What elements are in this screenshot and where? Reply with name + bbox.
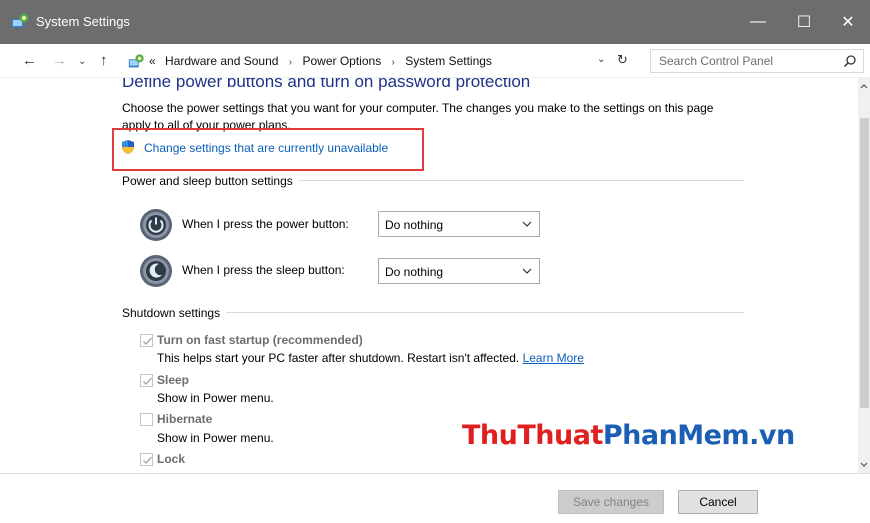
control-panel-icon xyxy=(127,53,145,71)
lock-checkbox[interactable] xyxy=(140,453,153,466)
scroll-down-icon[interactable] xyxy=(858,459,870,471)
vertical-scrollbar[interactable] xyxy=(858,78,870,473)
sleep-checkbox[interactable] xyxy=(140,374,153,387)
power-group-title: Power and sleep button settings xyxy=(122,174,299,188)
footer-bar: Save changes Cancel xyxy=(0,473,870,523)
watermark-logo: ThuThuatPhanMem.vn xyxy=(462,420,795,451)
title-bar: System Settings — ☐ ✕ xyxy=(0,0,870,44)
sleep-label: Sleep xyxy=(157,373,190,387)
watermark-part-1: ThuThuat xyxy=(462,420,603,451)
refresh-button[interactable]: ↻ xyxy=(617,52,628,68)
chevron-down-icon xyxy=(521,218,533,230)
chevron-down-icon xyxy=(521,265,533,277)
fast-startup-label: Turn on fast startup (recommended) xyxy=(157,333,363,347)
search-placeholder: Search Control Panel xyxy=(659,54,774,68)
breadcrumb-item-system-settings[interactable]: System Settings xyxy=(405,54,492,68)
fast-startup-checkbox[interactable] xyxy=(140,334,153,347)
hibernate-checkbox[interactable] xyxy=(140,413,153,426)
up-button[interactable]: ↑ xyxy=(100,52,108,69)
recent-locations-button[interactable]: ⌄ xyxy=(78,56,86,67)
address-bar-row: ← → ⌄ ↑ « Hardware and Sound › Power Opt… xyxy=(0,44,870,78)
main-content: Define power buttons and turn on passwor… xyxy=(0,78,858,473)
power-button-value: Do nothing xyxy=(385,218,444,232)
scroll-up-icon[interactable] xyxy=(858,80,870,92)
cancel-button[interactable]: Cancel xyxy=(678,490,758,514)
sleep-description: Show in Power menu. xyxy=(157,391,274,405)
shutdown-group-title: Shutdown settings xyxy=(122,306,227,320)
hibernate-description: Show in Power menu. xyxy=(157,431,274,445)
hibernate-label: Hibernate xyxy=(157,412,213,426)
window-title: System Settings xyxy=(36,14,130,29)
scroll-thumb[interactable] xyxy=(860,118,869,408)
breadcrumb: « Hardware and Sound › Power Options › S… xyxy=(149,54,492,68)
watermark-part-2: PhanMem xyxy=(602,420,750,451)
back-button[interactable]: ← xyxy=(22,52,37,69)
power-button-select[interactable]: Do nothing xyxy=(378,211,540,237)
forward-button[interactable]: → xyxy=(52,52,67,69)
power-button-label: When I press the power button: xyxy=(182,217,349,231)
breadcrumb-item-hardware[interactable]: Hardware and Sound xyxy=(165,54,278,68)
sleep-button-select[interactable]: Do nothing xyxy=(378,258,540,284)
change-settings-link[interactable]: Change settings that are currently unava… xyxy=(144,141,388,155)
breadcrumb-overflow[interactable]: « xyxy=(149,54,156,68)
sleep-button-value: Do nothing xyxy=(385,265,444,279)
control-panel-icon xyxy=(10,12,30,32)
power-button-icon xyxy=(139,208,173,242)
uac-shield-icon xyxy=(120,139,136,155)
address-bar[interactable]: « Hardware and Sound › Power Options › S… xyxy=(122,49,642,73)
lock-label: Lock xyxy=(157,452,186,466)
sleep-button-icon xyxy=(139,254,173,288)
fast-startup-description: This helps start your PC faster after sh… xyxy=(157,351,584,365)
sleep-button-label: When I press the sleep button: xyxy=(182,263,345,277)
minimize-button[interactable]: — xyxy=(736,0,780,44)
search-input[interactable]: Search Control Panel xyxy=(650,49,864,73)
watermark-part-3: .vn xyxy=(749,420,795,451)
page-title: Define power buttons and turn on passwor… xyxy=(122,78,531,91)
learn-more-link[interactable]: Learn More xyxy=(523,351,584,365)
save-changes-button[interactable]: Save changes xyxy=(558,490,664,514)
breadcrumb-separator-icon[interactable]: › xyxy=(392,57,395,68)
address-dropdown-button[interactable]: ⌄ xyxy=(597,54,605,65)
search-icon[interactable] xyxy=(843,54,857,68)
breadcrumb-separator-icon[interactable]: › xyxy=(289,57,292,68)
breadcrumb-item-power-options[interactable]: Power Options xyxy=(302,54,381,68)
close-button[interactable]: ✕ xyxy=(826,0,870,44)
maximize-button[interactable]: ☐ xyxy=(782,0,826,44)
